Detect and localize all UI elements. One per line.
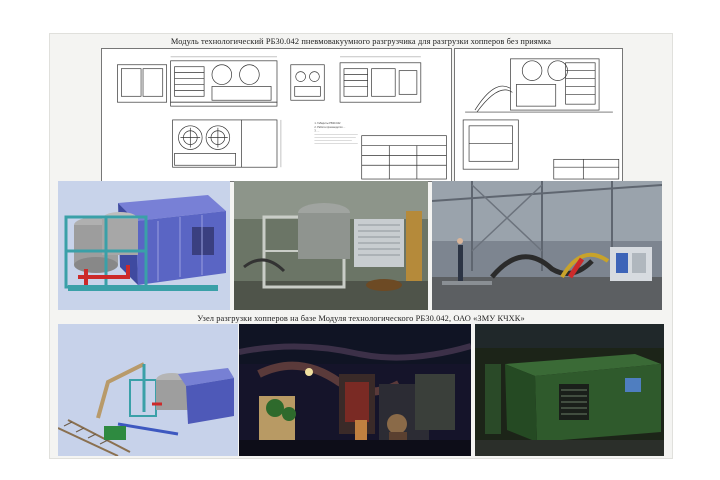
hopper-unloading-render: [58, 324, 238, 456]
drawing-note-1: 1. Габариты РБ30.042: [314, 121, 341, 125]
drawing-note-2: 2. Работа производится ...: [314, 125, 345, 129]
drawing-linework: 1. Габариты РБ30.042 2. Работа производи…: [117, 56, 447, 180]
technical-drawing-assembly: [454, 48, 623, 182]
module-3d-render: [58, 181, 230, 310]
green-module-photo: [475, 324, 664, 456]
drawing-title: Модуль технологический РБ30.042 пневмова…: [170, 37, 552, 46]
assembly-linework: [462, 58, 620, 180]
drawing-note-3: 3. ...: [314, 129, 319, 133]
technical-drawing-main: 1. Габариты РБ30.042 2. Работа производи…: [101, 48, 452, 182]
night-site-photo: [239, 324, 471, 456]
workshop-frame-photo: [234, 181, 428, 310]
hall-testing-photo: [432, 181, 662, 310]
section-caption: Узел разгрузки хопперов на базе Модуля т…: [197, 314, 525, 323]
poster-sheet: Модуль технологический РБ30.042 пневмова…: [49, 33, 673, 459]
